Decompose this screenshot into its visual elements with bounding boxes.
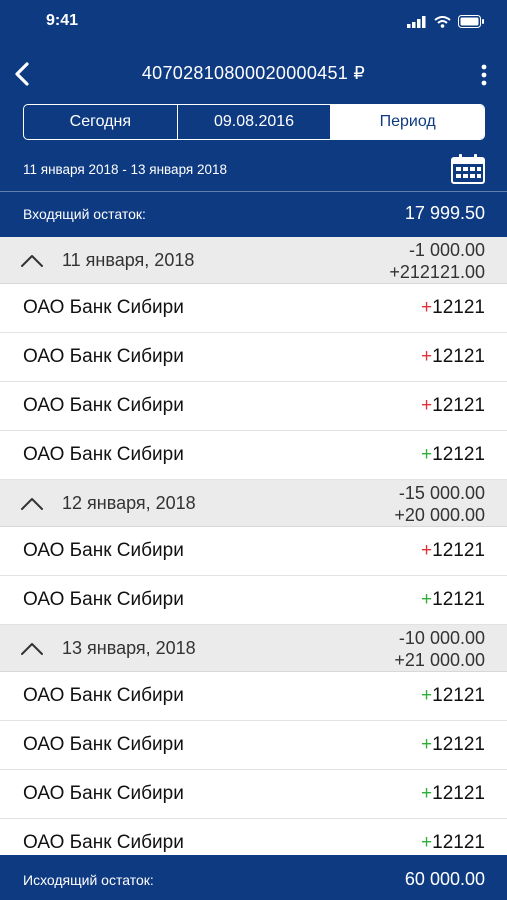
transaction-row[interactable]: ОАО Банк Сибири +12121	[0, 770, 507, 819]
transaction-amount: +12121	[421, 832, 485, 854]
transaction-row[interactable]: ОАО Банк Сибири +12121	[0, 382, 507, 431]
chevron-up-icon[interactable]	[20, 497, 44, 511]
incoming-balance-value: 17 999.50	[404, 203, 485, 223]
group-date: 13 января, 2018	[62, 638, 196, 658]
transaction-counterparty: ОАО Банк Сибири	[23, 734, 184, 755]
transaction-row[interactable]: ОАО Банк Сибири +12121	[0, 721, 507, 770]
group-totals: -10 000.00 +21 000.00	[394, 627, 485, 671]
amount-value: 12121	[432, 395, 485, 416]
amount-sign: +	[421, 346, 433, 367]
incoming-balance-label: Входящий остаток:	[23, 206, 146, 222]
transaction-row[interactable]: ОАО Банк Сибири +12121	[0, 284, 507, 333]
calendar-icon[interactable]	[450, 153, 486, 185]
transaction-amount: +12121	[421, 346, 485, 368]
group-debit-total: -15 000.00	[398, 483, 485, 503]
tab-date[interactable]: 09.08.2016	[178, 105, 332, 139]
amount-value: 12121	[432, 734, 485, 755]
date-group-header[interactable]: 13 января, 2018 -10 000.00 +21 000.00	[0, 625, 507, 672]
date-range-segmented-control: Сегодня 09.08.2016 Период	[23, 104, 485, 140]
transaction-row[interactable]: ОАО Банк Сибири +12121	[0, 672, 507, 721]
transaction-counterparty: ОАО Банк Сибири	[23, 540, 184, 561]
battery-icon	[458, 15, 484, 28]
transactions-list[interactable]: 11 января, 2018 -1 000.00 +212121.00 ОАО Ба…	[0, 237, 507, 855]
transaction-amount: +12121	[421, 734, 485, 756]
status-time: 9:41	[46, 12, 79, 29]
group-debit-total: -10 000.00	[398, 628, 485, 648]
transaction-counterparty: ОАО Банк Сибири	[23, 346, 184, 367]
incoming-balance: Входящий остаток: 17 999.50	[0, 192, 507, 237]
transaction-amount: +12121	[421, 395, 485, 417]
transaction-counterparty: ОАО Банк Сибири	[23, 832, 184, 853]
nav-bar: 40702810800020000451 ₽	[0, 54, 507, 94]
amount-sign: +	[421, 832, 433, 853]
account-number: 40702810800020000451 ₽	[141, 63, 366, 83]
group-credit-total: +21 000.00	[394, 650, 485, 670]
amount-value: 12121	[432, 346, 485, 367]
transaction-row[interactable]: ОАО Банк Сибири +12121	[0, 527, 507, 576]
outgoing-balance-label: Исходящий остаток:	[23, 872, 154, 888]
group-date: 11 января, 2018	[62, 250, 195, 270]
amount-sign: +	[421, 540, 433, 561]
date-group-header[interactable]: 12 января, 2018 -15 000.00 +20 000.00	[0, 480, 507, 527]
amount-sign: +	[421, 297, 433, 318]
status-bar: 9:41	[0, 0, 507, 42]
transaction-amount: +12121	[421, 297, 485, 319]
amount-sign: +	[421, 783, 433, 804]
amount-value: 12121	[432, 444, 485, 465]
amount-value: 12121	[432, 832, 485, 853]
group-totals: -15 000.00 +20 000.00	[394, 482, 485, 526]
footer: Исходящий остаток: 60 000.00	[0, 855, 507, 900]
amount-value: 12121	[432, 297, 485, 318]
group-credit-total: +20 000.00	[394, 505, 485, 525]
amount-sign: +	[421, 685, 433, 706]
transaction-counterparty: ОАО Банк Сибири	[23, 783, 184, 804]
transaction-counterparty: ОАО Банк Сибири	[23, 395, 184, 416]
transaction-counterparty: ОАО Банк Сибири	[23, 685, 184, 706]
amount-sign: +	[421, 589, 433, 610]
tab-period[interactable]: Период	[331, 105, 484, 139]
transaction-amount: +12121	[421, 444, 485, 466]
group-debit-total: -1 000.00	[408, 240, 485, 260]
header: 9:41 40702810800020000451 ₽ Сегодня 09.0…	[0, 0, 507, 237]
amount-value: 12121	[432, 783, 485, 804]
outgoing-balance-value: 60 000.00	[404, 869, 485, 889]
chevron-up-icon[interactable]	[20, 642, 44, 656]
transaction-row[interactable]: ОАО Банк Сибири +12121	[0, 576, 507, 625]
transaction-amount: +12121	[421, 783, 485, 805]
date-group-header[interactable]: 11 января, 2018 -1 000.00 +212121.00	[0, 237, 507, 284]
signal-icon	[407, 15, 426, 28]
transaction-amount: +12121	[421, 540, 485, 562]
group-date: 12 января, 2018	[62, 493, 196, 513]
group-credit-total: +212121.00	[389, 262, 485, 282]
tab-today[interactable]: Сегодня	[24, 105, 178, 139]
group-totals: -1 000.00 +212121.00	[389, 239, 485, 283]
amount-value: 12121	[432, 685, 485, 706]
period-range-text: 11 января 2018 - 13 января 2018	[23, 162, 228, 177]
amount-sign: +	[421, 734, 433, 755]
transaction-row[interactable]: ОАО Банк Сибири +12121	[0, 431, 507, 480]
transaction-amount: +12121	[421, 589, 485, 611]
transaction-counterparty: ОАО Банк Сибири	[23, 444, 184, 465]
wifi-icon	[434, 15, 451, 28]
status-icons	[407, 15, 485, 28]
amount-sign: +	[421, 444, 433, 465]
amount-value: 12121	[432, 589, 485, 610]
more-icon[interactable]	[479, 63, 489, 87]
transaction-row[interactable]: ОАО Банк Сибири +12121	[0, 333, 507, 382]
transaction-row[interactable]: ОАО Банк Сибири +12121	[0, 819, 507, 855]
transaction-counterparty: ОАО Банк Сибири	[23, 297, 184, 318]
transaction-amount: +12121	[421, 685, 485, 707]
amount-value: 12121	[432, 540, 485, 561]
transaction-counterparty: ОАО Банк Сибири	[23, 589, 184, 610]
amount-sign: +	[421, 395, 433, 416]
chevron-up-icon[interactable]	[20, 254, 44, 268]
